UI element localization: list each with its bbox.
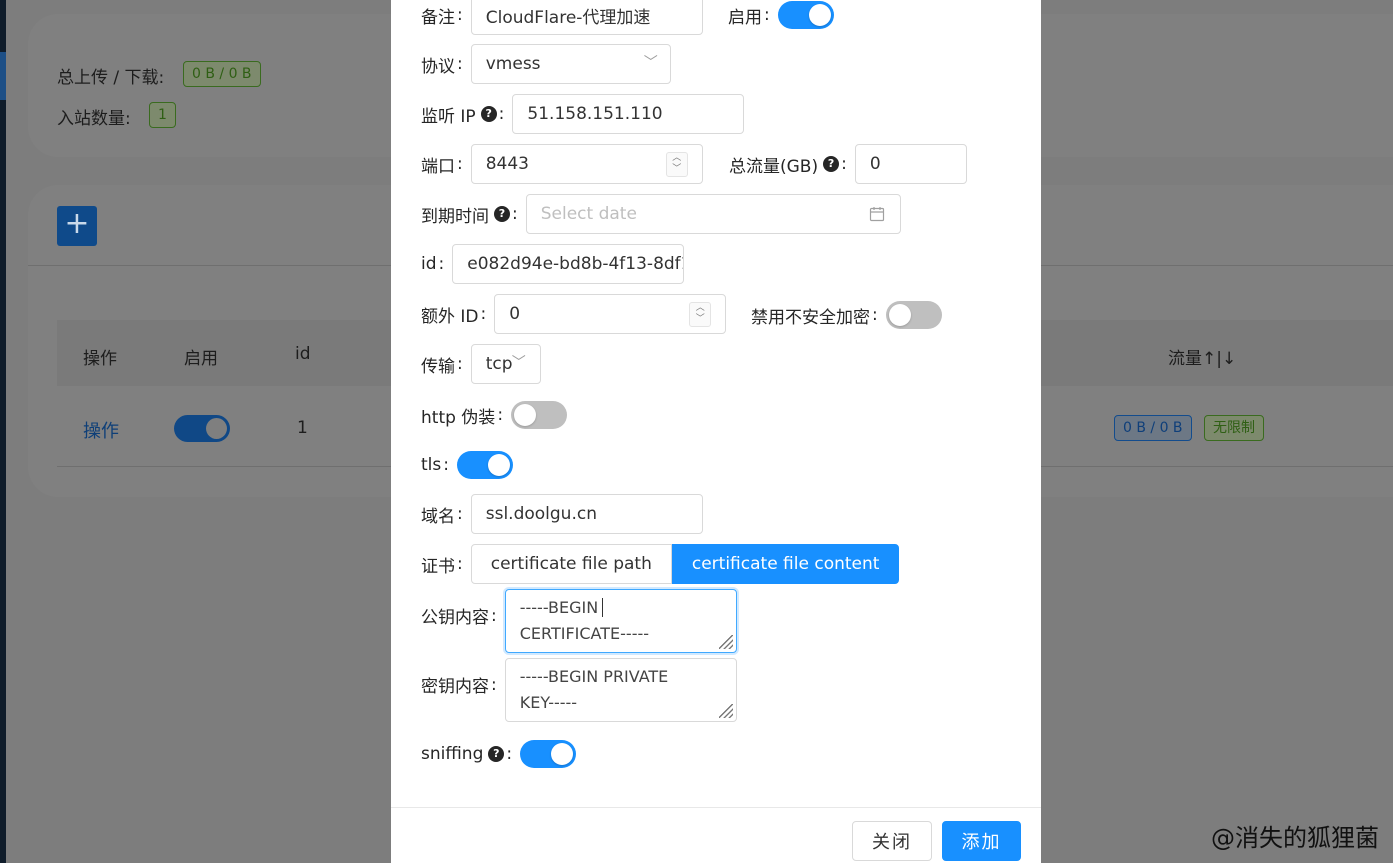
id-label: id: [421, 254, 445, 274]
inbound-count-label: 入站数量: [57, 109, 131, 129]
total-traffic-row: 总流量(GB)?: 0 [729, 144, 967, 184]
inbound-count-badge: 1 [149, 102, 176, 128]
add-button[interactable]: 添加 [942, 821, 1021, 861]
public-key-label: 公钥内容: [421, 605, 497, 629]
certificate-row: 证书: certificate file path certificate fi… [421, 544, 900, 584]
upload-download-badge: 0 B / 0 B [183, 61, 261, 87]
chevron-down-icon: ﹀ [511, 355, 526, 371]
domain-input[interactable]: ssl.doolgu.cn [470, 494, 703, 534]
add-inbound-modal: 备注: CloudFlare-代理加速 启用: 协议: vmess ﹀ 监听 I… [391, 0, 1041, 863]
enable-row: 启用: [728, 1, 834, 29]
alter-id-label: 额外 ID: [421, 304, 487, 327]
tls-switch[interactable] [456, 451, 513, 479]
remark-label: 备注: [421, 5, 463, 28]
public-key-textarea[interactable]: -----BEGIN CERTIFICATE----- [504, 589, 737, 653]
row-action-link[interactable]: 操作 [83, 417, 119, 443]
header-enable: 启用 [184, 349, 218, 369]
row-limit-badge: 无限制 [1204, 415, 1264, 441]
cert-file-content-option[interactable]: certificate file content [671, 544, 900, 584]
domain-row: 域名: ssl.doolgu.cn [421, 494, 703, 534]
help-icon[interactable]: ? [494, 206, 510, 222]
listen-ip-input[interactable]: 51.158.151.110 [512, 94, 745, 134]
resize-handle-icon[interactable] [718, 704, 733, 718]
header-traffic: 流量↑|↓ [1168, 349, 1237, 369]
id-input[interactable]: e082d94e-bd8b-4f13-8df1 [452, 244, 685, 284]
port-stepper[interactable]: ︿ ﹀ [665, 152, 688, 177]
alter-id-row: 额外 ID: 0 ︿ ﹀ [421, 294, 727, 334]
alter-id-value: 0 [509, 304, 521, 324]
modal-footer-divider [391, 807, 1041, 808]
sidebar [0, 0, 6, 863]
listen-ip-row: 监听 IP?: 51.158.151.110 [421, 94, 745, 134]
alter-id-stepper[interactable]: ︿ ﹀ [689, 302, 712, 327]
total-traffic-label: 总流量(GB)?: [729, 154, 847, 177]
http-camouflage-switch[interactable] [511, 401, 568, 429]
protocol-label: 协议: [421, 54, 463, 77]
certificate-mode-toggle: certificate file path certificate file c… [470, 544, 900, 584]
private-key-textarea[interactable]: -----BEGIN PRIVATE KEY----- [504, 658, 737, 722]
cert-file-path-option[interactable]: certificate file path [470, 544, 672, 584]
transport-select[interactable]: tcp ﹀ [470, 344, 541, 384]
http-camouflage-label: http 伪装: [421, 405, 504, 428]
private-key-line-1: -----BEGIN PRIVATE [519, 667, 669, 686]
transport-label: 传输: [421, 354, 463, 377]
remark-input[interactable]: CloudFlare-代理加速 [470, 0, 703, 35]
total-traffic-input[interactable]: 0 [854, 144, 967, 184]
protocol-value: vmess [485, 54, 541, 74]
help-icon[interactable]: ? [488, 746, 505, 762]
private-key-row: 密钥内容: -----BEGIN PRIVATE KEY----- [421, 658, 737, 722]
chevron-down-icon: ﹀ [643, 55, 658, 71]
transport-value: tcp [485, 354, 513, 374]
expiry-label: 到期时间?: [421, 204, 518, 227]
port-value: 8443 [485, 154, 529, 174]
header-id: id [295, 344, 311, 364]
disable-insecure-label: 禁用不安全加密: [751, 305, 878, 328]
row-traffic-badge: 0 B / 0 B [1114, 415, 1192, 441]
tls-label: tls: [421, 455, 449, 475]
resize-handle-icon[interactable] [718, 635, 733, 649]
port-label: 端口: [421, 154, 463, 177]
row-enable-switch[interactable] [174, 415, 230, 442]
port-row: 端口: 8443 ︿ ﹀ [421, 144, 703, 184]
help-icon[interactable]: ? [823, 156, 840, 172]
tls-row: tls: [421, 451, 513, 479]
private-key-line-2: KEY----- [519, 693, 578, 712]
port-input[interactable]: 8443 ︿ ﹀ [470, 144, 703, 184]
private-key-label: 密钥内容: [421, 674, 497, 698]
calendar-icon [869, 207, 884, 222]
protocol-select[interactable]: vmess ﹀ [470, 44, 671, 84]
public-key-row: 公钥内容: -----BEGIN CERTIFICATE----- [421, 589, 737, 653]
alter-id-input[interactable]: 0 ︿ ﹀ [494, 294, 727, 334]
id-row: id: e082d94e-bd8b-4f13-8df1 [421, 244, 685, 284]
sidebar-active-marker [0, 52, 6, 100]
public-key-line-2: CERTIFICATE----- [519, 624, 650, 643]
text-cursor [602, 598, 604, 617]
watermark: @消失的狐狸菌 [1211, 824, 1379, 852]
certificate-label: 证书: [421, 554, 463, 577]
row-id: 1 [297, 418, 308, 438]
add-inbound-button[interactable]: + [57, 206, 97, 246]
expiry-row: 到期时间?: Select date [421, 194, 901, 234]
expiry-placeholder: Select date [540, 204, 637, 224]
enable-switch[interactable] [777, 1, 834, 29]
domain-label: 域名: [421, 504, 463, 527]
header-action: 操作 [83, 349, 117, 369]
transport-row: 传输: tcp ﹀ [421, 344, 541, 384]
http-camouflage-row: http 伪装: [421, 401, 568, 429]
disable-insecure-switch[interactable] [885, 301, 942, 329]
sniffing-label: sniffing?: [421, 744, 513, 764]
upload-download-label: 总上传 / 下载: [57, 68, 165, 88]
enable-label: 启用: [728, 5, 770, 28]
disable-insecure-row: 禁用不安全加密: [751, 301, 942, 329]
protocol-row: 协议: vmess ﹀ [421, 44, 671, 84]
expiry-date-picker[interactable]: Select date [525, 194, 901, 234]
help-icon[interactable]: ? [480, 106, 497, 122]
close-button[interactable]: 关闭 [852, 821, 932, 861]
public-key-line-1: -----BEGIN [520, 595, 722, 621]
sniffing-switch[interactable] [520, 740, 577, 768]
listen-ip-label: 监听 IP?: [421, 104, 505, 127]
remark-row: 备注: CloudFlare-代理加速 [421, 0, 703, 35]
sniffing-row: sniffing?: [421, 740, 577, 768]
